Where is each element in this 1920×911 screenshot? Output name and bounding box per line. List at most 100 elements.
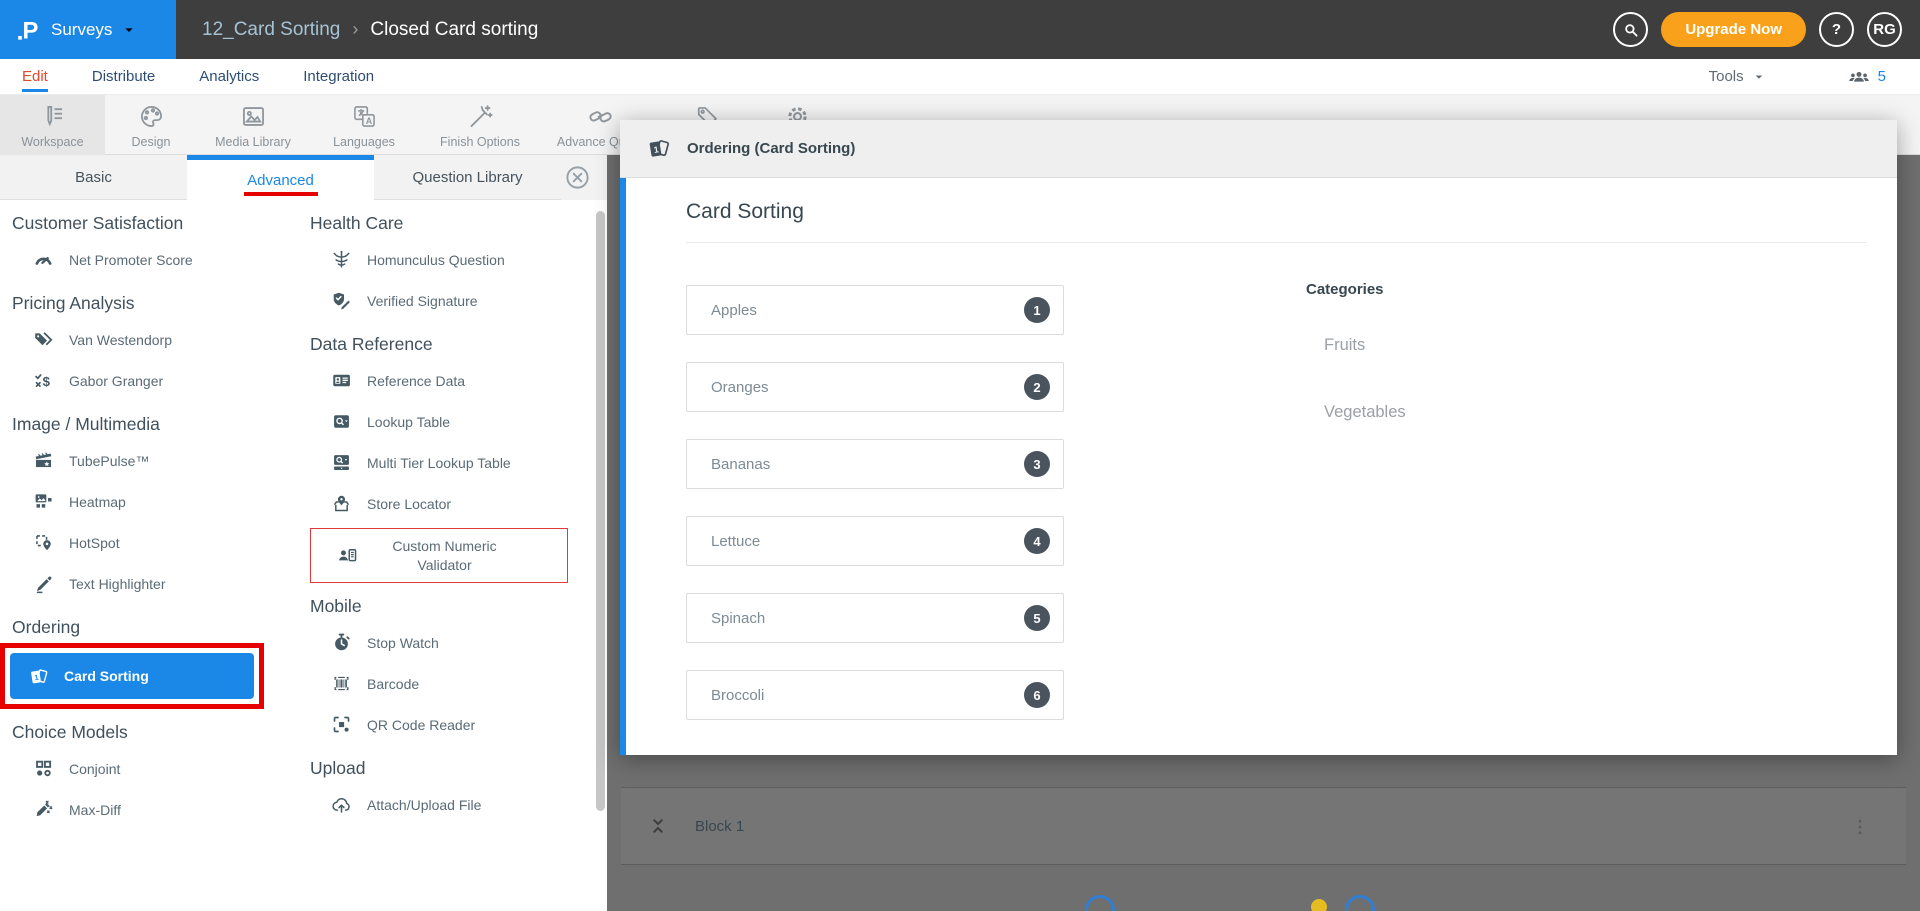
svg-text:A: A (365, 116, 372, 126)
users-icon (1848, 66, 1870, 88)
close-panel-icon[interactable] (564, 164, 591, 191)
upgrade-now-button[interactable]: Upgrade Now (1661, 12, 1806, 47)
question-type-label: Barcode (367, 675, 420, 692)
question-type-conjoint[interactable]: Conjoint (12, 748, 290, 789)
help-button[interactable]: ? (1819, 12, 1854, 47)
panel-tab-basic[interactable]: Basic (0, 155, 187, 200)
sort-card-oranges[interactable]: Oranges 2 (686, 362, 1064, 412)
question-type-barcode[interactable]: Barcode (310, 663, 595, 704)
breadcrumb-survey-name[interactable]: 12_Card Sorting (202, 19, 340, 41)
divider (686, 242, 1867, 243)
sort-card-lettuce[interactable]: Lettuce 4 (686, 516, 1064, 566)
modal-body: Card Sorting Apples 1 Oranges 2 Bananas 3 Lett… (620, 178, 1897, 755)
selected-question-edge (620, 178, 626, 755)
sort-card-spinach[interactable]: Spinach 5 (686, 593, 1064, 643)
sort-card-label: Lettuce (711, 532, 761, 550)
card-sorting-modal: 1 Ordering (Card Sorting) Card Sorting A… (620, 120, 1897, 755)
tools-menu[interactable]: Tools (1709, 68, 1766, 85)
caduceus-icon (331, 249, 352, 270)
section-title: Image / Multimedia (12, 414, 160, 434)
sort-card-label: Broccoli (711, 686, 765, 704)
toolbar-item-design[interactable]: Design (105, 95, 197, 155)
surveys-menu[interactable]: P Surveys (0, 0, 176, 59)
category-fruits[interactable]: Fruits (1324, 336, 1406, 355)
section-choice-models: Choice Models Conjoint Max-Diff (12, 722, 290, 830)
question-title[interactable]: Card Sorting (686, 200, 804, 224)
panel-tab-advanced[interactable]: Advanced (187, 155, 374, 200)
panel-tab-question-library[interactable]: Question Library (374, 155, 561, 200)
warning-dot-icon (1311, 899, 1327, 911)
question-type-qr-code-reader[interactable]: QR Code Reader (310, 704, 595, 745)
block-bar[interactable]: Block 1 (621, 787, 1906, 865)
sort-card-list: Apples 1 Oranges 2 Bananas 3 Lettuce 4 Spinach 5 B… (686, 285, 1064, 747)
tools-menu-label: Tools (1708, 68, 1744, 85)
section-upload: Upload Attach/Upload File (310, 758, 595, 825)
toolbar-item-workspace[interactable]: Workspace (0, 95, 105, 155)
nav-tab-analytics[interactable]: Analytics (199, 68, 259, 85)
store-locator-icon (331, 493, 352, 514)
search-button[interactable] (1613, 12, 1649, 47)
breadcrumb: 12_Card Sorting › Closed Card sorting (202, 19, 538, 41)
question-type-multi-tier-lookup-table[interactable]: Multi Tier Lookup Table (310, 442, 595, 483)
languages-icon: A (351, 103, 378, 130)
category-vegetables[interactable]: Vegetables (1324, 403, 1406, 422)
collaborators-count: 5 (1877, 68, 1886, 85)
wand-icon (467, 103, 494, 130)
toolbar-item-finish-options[interactable]: Finish Options (419, 95, 541, 155)
add-question-icon[interactable] (1085, 895, 1115, 911)
question-type-verified-signature[interactable]: Verified Signature (310, 280, 595, 321)
question-type-label: Gabor Granger (69, 372, 164, 389)
question-type-label: Text Highlighter (69, 575, 166, 592)
question-type-stop-watch[interactable]: Stop Watch (310, 622, 595, 663)
question-type-lookup-table[interactable]: Lookup Table (310, 401, 595, 442)
question-type-gabor-granger[interactable]: $ Gabor Granger (12, 360, 290, 401)
section-title: Health Care (310, 213, 404, 233)
avatar[interactable]: RG (1867, 12, 1902, 47)
sort-card-bananas[interactable]: Bananas 3 (686, 439, 1064, 489)
block-menu-kebab-icon[interactable] (1850, 814, 1870, 840)
question-type-store-locator[interactable]: Store Locator (310, 483, 595, 524)
question-type-label: Store Locator (367, 495, 452, 512)
categories-panel: Categories Fruits Vegetables (1306, 281, 1406, 422)
question-type-hotspot[interactable]: HotSpot (12, 522, 290, 563)
question-type-label: Max-Diff (69, 801, 121, 818)
toolbar-item-label: Languages (333, 135, 395, 149)
sort-card-apples[interactable]: Apples 1 (686, 285, 1064, 335)
nav-tab-integration[interactable]: Integration (303, 68, 374, 85)
section-title: Choice Models (12, 722, 128, 742)
card-number-badge: 1 (1024, 297, 1050, 323)
question-type-reference-data[interactable]: Reference Data (310, 360, 595, 401)
question-type-label: Homunculus Question (367, 251, 505, 268)
question-type-card-sorting[interactable]: 1 Card Sorting (10, 653, 254, 699)
question-type-heatmap[interactable]: Heatmap (12, 481, 290, 522)
question-type-text-highlighter[interactable]: Text Highlighter (12, 563, 290, 604)
panel-scrollbar[interactable] (596, 211, 605, 811)
sort-card-broccoli[interactable]: Broccoli 6 (686, 670, 1064, 720)
collapse-block-icon[interactable] (647, 815, 669, 837)
toolbar-item-label: Media Library (215, 135, 291, 149)
question-type-van-westendorp[interactable]: Van Westendorp (12, 319, 290, 360)
question-type-max-diff[interactable]: Max-Diff (12, 789, 290, 830)
question-type-label: Attach/Upload File (367, 796, 482, 813)
question-type-net-promoter-score[interactable]: Net Promoter Score (12, 239, 290, 280)
question-type-attach-upload-file[interactable]: Attach/Upload File (310, 784, 595, 825)
question-type-tubepulse[interactable]: TubePulse™ (12, 440, 290, 481)
question-type-homunculus-question[interactable]: Homunculus Question (310, 239, 595, 280)
question-column-right: Health Care Homunculus Question Verified S… (310, 200, 595, 825)
nav-tabs: Edit Distribute Analytics Integration (0, 68, 374, 92)
nav-tab-edit[interactable]: Edit (22, 68, 48, 92)
question-type-custom-numeric-validator[interactable]: Custom Numeric Validator (310, 528, 568, 583)
collaborators-button[interactable]: 5 (1848, 66, 1886, 88)
hotspot-icon (33, 532, 54, 553)
nav-tab-distribute[interactable]: Distribute (92, 68, 155, 85)
section-title: Ordering (12, 617, 81, 637)
toolbar-item-media-library[interactable]: Media Library (197, 95, 309, 155)
toolbar-item-languages[interactable]: A Languages (309, 95, 419, 155)
upload-cloud-icon (331, 794, 352, 815)
media-library-icon (240, 103, 267, 130)
stopwatch-icon (331, 632, 352, 653)
breadcrumb-separator-icon: › (352, 19, 359, 39)
survey-builder-page: P Surveys 12_Card Sorting › Closed Card … (0, 0, 1920, 911)
question-type-label: Heatmap (69, 493, 126, 510)
add-question-icon[interactable] (1345, 895, 1375, 911)
